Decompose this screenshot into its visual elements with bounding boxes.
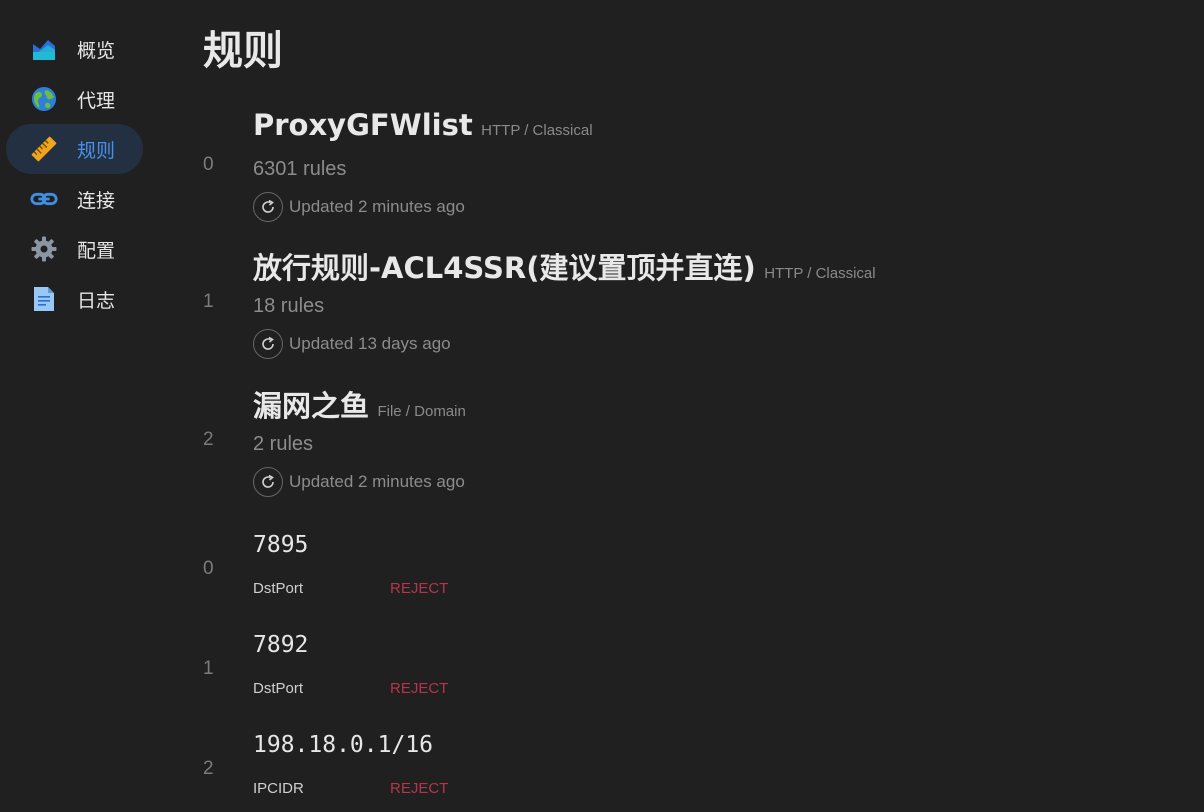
rule-provider: 1 放行规则-ACL4SSR(建议置顶并直连) HTTP / Classical… (200, 245, 1100, 375)
rule-payload: 7892 (253, 632, 309, 658)
rule-index: 2 (203, 758, 214, 779)
provider-rule-count: 18 rules (253, 295, 325, 317)
sidebar-item-config[interactable]: 配置 (6, 224, 143, 274)
refresh-icon (262, 336, 274, 350)
sidebar-item-label: 配置 (77, 240, 116, 262)
provider-updated-text: Updated 2 minutes ago (289, 197, 465, 216)
rule-policy: REJECT (390, 580, 449, 597)
rule-provider: 2 漏网之鱼 File / Domain 2 rules Updated 2 m… (200, 383, 1100, 513)
provider-name: 放行规则-ACL4SSR(建议置顶并直连) (253, 251, 756, 285)
sidebar-item-label: 规则 (77, 140, 116, 162)
rule-payload: 198.18.0.1/16 (253, 732, 434, 758)
provider-name-line: ProxyGFWlist HTTP / Classical (253, 108, 593, 142)
rule-type: IPCIDR (253, 780, 304, 797)
globe-icon (30, 85, 58, 113)
provider-type: HTTP / Classical (481, 122, 593, 139)
refresh-button[interactable] (253, 329, 283, 359)
provider-update-row: Updated 2 minutes ago (253, 192, 465, 222)
rule-type: DstPort (253, 680, 304, 697)
provider-name-line: 漏网之鱼 File / Domain (253, 383, 466, 425)
provider-type: HTTP / Classical (764, 265, 876, 282)
provider-rule-count: 6301 rules (253, 158, 347, 180)
provider-index: 2 (203, 429, 214, 450)
provider-type: File / Domain (377, 403, 466, 420)
sidebar-item-label: 日志 (77, 290, 116, 312)
sidebar-item-logs[interactable]: 日志 (6, 274, 143, 324)
sidebar: 概览 代理 规则 连接 配置 日志 (0, 0, 150, 812)
provider-name-line: 放行规则-ACL4SSR(建议置顶并直连) HTTP / Classical (253, 245, 876, 287)
ruler-icon (30, 135, 58, 163)
rule-provider: 0 ProxyGFWlist HTTP / Classical 6301 rul… (200, 108, 1100, 238)
sidebar-item-connections[interactable]: 连接 (6, 174, 143, 224)
rule-type: DstPort (253, 580, 304, 597)
provider-index: 1 (203, 291, 214, 312)
sidebar-item-label: 连接 (77, 190, 116, 212)
refresh-icon (262, 474, 274, 488)
sidebar-item-rules[interactable]: 规则 (6, 124, 143, 174)
refresh-icon (262, 199, 274, 213)
rule-policy: REJECT (390, 680, 449, 697)
provider-index: 0 (203, 154, 214, 175)
page-title: 规则 (203, 28, 283, 74)
gear-icon (30, 235, 58, 263)
app-window: 概览 代理 规则 连接 配置 日志 规则 0 ProxyGFWlist HTTP… (0, 0, 1204, 812)
overview-chart-icon (30, 35, 58, 63)
provider-rule-count: 2 rules (253, 433, 314, 455)
provider-name: ProxyGFWlist (253, 108, 473, 142)
rule-policy: REJECT (390, 780, 449, 797)
link-icon (30, 185, 58, 213)
sidebar-item-label: 概览 (77, 40, 116, 62)
provider-name: 漏网之鱼 (253, 389, 370, 423)
rule-item: 1 7892 DstPort REJECT (200, 632, 800, 712)
rule-index: 1 (203, 658, 214, 679)
sidebar-item-label: 代理 (77, 90, 116, 112)
document-icon (30, 285, 58, 313)
provider-updated-text: Updated 13 days ago (289, 334, 451, 353)
provider-update-row: Updated 13 days ago (253, 329, 451, 359)
rule-item: 2 198.18.0.1/16 IPCIDR REJECT (200, 732, 800, 812)
refresh-button[interactable] (253, 192, 283, 222)
provider-updated-text: Updated 2 minutes ago (289, 472, 465, 491)
rule-payload: 7895 (253, 532, 309, 558)
refresh-button[interactable] (253, 467, 283, 497)
provider-update-row: Updated 2 minutes ago (253, 467, 465, 497)
rule-item: 0 7895 DstPort REJECT (200, 532, 800, 612)
sidebar-item-proxies[interactable]: 代理 (6, 74, 143, 124)
sidebar-item-overview[interactable]: 概览 (6, 24, 143, 74)
rule-index: 0 (203, 558, 214, 579)
